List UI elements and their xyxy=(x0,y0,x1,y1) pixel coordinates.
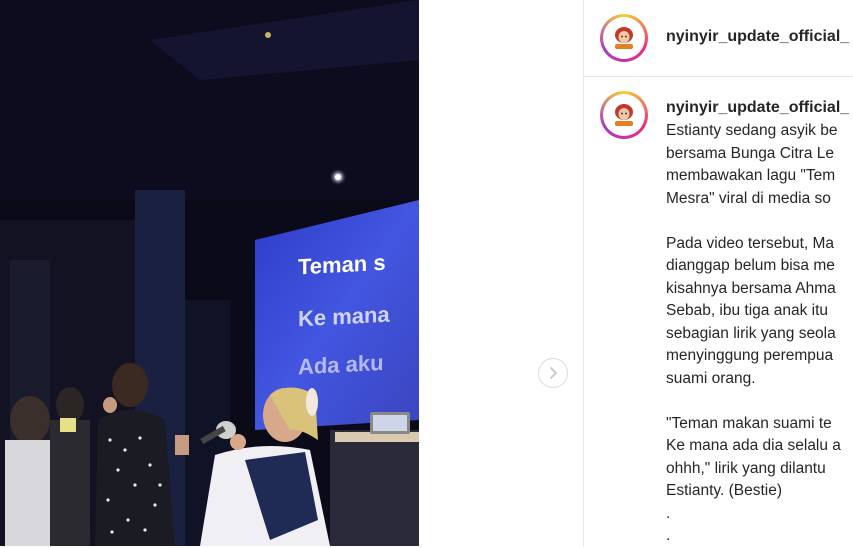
caption-line: kisahnya bersama Ahma xyxy=(666,279,836,297)
caption-line: Sebab, ibu tiga anak itu xyxy=(666,302,829,319)
caption-line: "Teman makan suami te xyxy=(666,414,832,432)
caption-line: Mesra" viral di media so xyxy=(666,189,831,207)
caption-line: bersama Bunga Citra Le xyxy=(666,144,835,162)
screen-lyric-3: Ada aku xyxy=(298,350,384,379)
caption-line: dianggap belum bisa me xyxy=(666,257,835,274)
caption-text: Estianty sedang asyik be bersama Bunga Ci… xyxy=(666,120,853,548)
caption-avatar[interactable] xyxy=(600,91,648,139)
cartoon-woman-avatar-icon xyxy=(615,104,633,126)
caption-line: Pada video tersebut, Ma xyxy=(666,234,835,252)
account-avatar[interactable] xyxy=(600,14,648,62)
caption-line: . xyxy=(666,504,671,522)
caption-line: Estianty. (Bestie) xyxy=(666,482,783,499)
caption-line: sebagian lirik yang seola xyxy=(666,324,836,342)
next-slide-button[interactable] xyxy=(538,358,568,388)
caption-username[interactable]: nyinyir_update_official_ xyxy=(666,99,849,117)
concert-photo: Teman s Ke manaAda aku xyxy=(0,0,419,546)
chevron-right-icon xyxy=(550,367,557,379)
post-media[interactable]: Teman s Ke mana Ada aku xyxy=(0,0,419,546)
screen-lyric-1: Teman s xyxy=(298,250,386,280)
account-username[interactable]: nyinyir_update_official_ xyxy=(666,28,849,46)
caption-gap xyxy=(666,390,853,413)
caption-line: . xyxy=(666,527,671,544)
panel-divider xyxy=(583,0,584,546)
caption-line: Ke mana ada dia selalu a xyxy=(666,437,841,454)
caption-line: Estianty sedang asyik be xyxy=(666,122,838,139)
caption-gap xyxy=(666,210,853,233)
screen-lyric-2: Ke mana xyxy=(298,302,390,332)
caption-line: membawakan lagu "Tem xyxy=(666,167,836,184)
caption-line: menyinggung perempua xyxy=(666,347,834,364)
caption-line: suami orang. xyxy=(666,369,756,387)
cartoon-woman-avatar-icon xyxy=(615,27,633,49)
post-header: nyinyir_update_official_ xyxy=(584,0,853,77)
caption-line: ohhh," lirik yang dilantu xyxy=(666,459,826,477)
